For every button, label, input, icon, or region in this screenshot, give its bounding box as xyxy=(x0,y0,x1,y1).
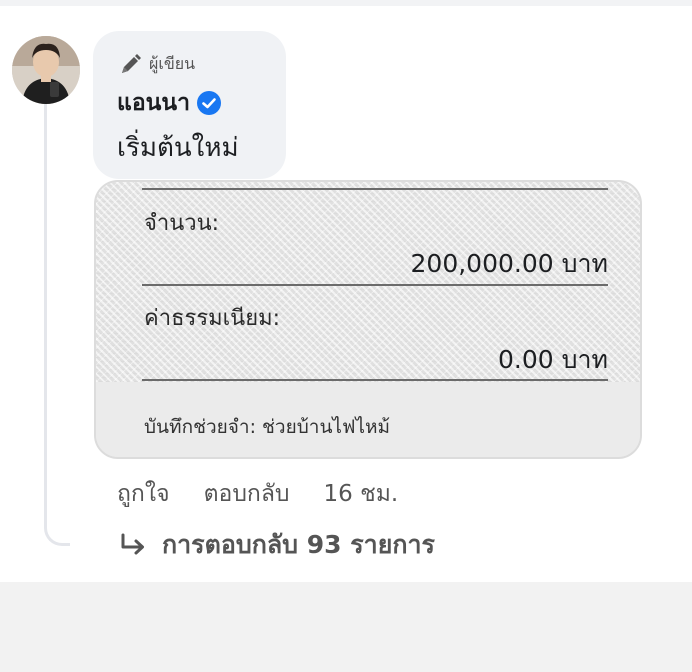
view-replies-link[interactable]: การตอบกลับ 93 รายการ xyxy=(118,527,435,563)
comment-actions: ถูกใจ ตอบกลับ 16 ชม. xyxy=(117,478,432,510)
reply-button[interactable]: ตอบกลับ xyxy=(204,476,290,512)
author-name-row: แอนนา xyxy=(117,87,222,119)
card-divider xyxy=(142,188,608,190)
amount-label: จำนวน: xyxy=(144,211,220,236)
author-badge: ผู้เขียน xyxy=(119,51,195,77)
comment-bubble: ผู้เขียน แอนนา เริ่มต้นใหม่ xyxy=(93,31,286,179)
thread-connector-line xyxy=(44,104,70,546)
bottom-background xyxy=(0,582,692,672)
transfer-receipt-card[interactable]: จำนวน: 200,000.00 บาท ค่าธรรมเนียม: 0.00… xyxy=(94,180,642,459)
pen-icon xyxy=(122,54,141,73)
fee-value: 0.00 บาท xyxy=(498,345,608,374)
amount-value: 200,000.00 บาท xyxy=(410,249,608,278)
comment-timestamp[interactable]: 16 ชม. xyxy=(324,476,399,512)
card-divider xyxy=(142,379,608,381)
author-badge-label: ผู้เขียน xyxy=(149,53,196,73)
memo-text: บันทึกช่วยจำ: ช่วยบ้านไฟไหม้ xyxy=(144,416,391,438)
comment-text: เริ่มต้นใหม่ xyxy=(117,133,239,163)
avatar-photo xyxy=(12,36,80,104)
view-replies-label[interactable]: การตอบกลับ 93 รายการ xyxy=(162,525,435,565)
card-divider xyxy=(142,284,608,286)
fee-label: ค่าธรรมเนียม: xyxy=(144,306,280,331)
avatar[interactable] xyxy=(12,36,80,104)
author-name[interactable]: แอนนา xyxy=(117,85,190,121)
reply-arrow-icon xyxy=(121,533,144,555)
verified-check-icon xyxy=(197,91,221,115)
like-button[interactable]: ถูกใจ xyxy=(117,476,170,512)
top-divider-strip xyxy=(0,0,692,6)
